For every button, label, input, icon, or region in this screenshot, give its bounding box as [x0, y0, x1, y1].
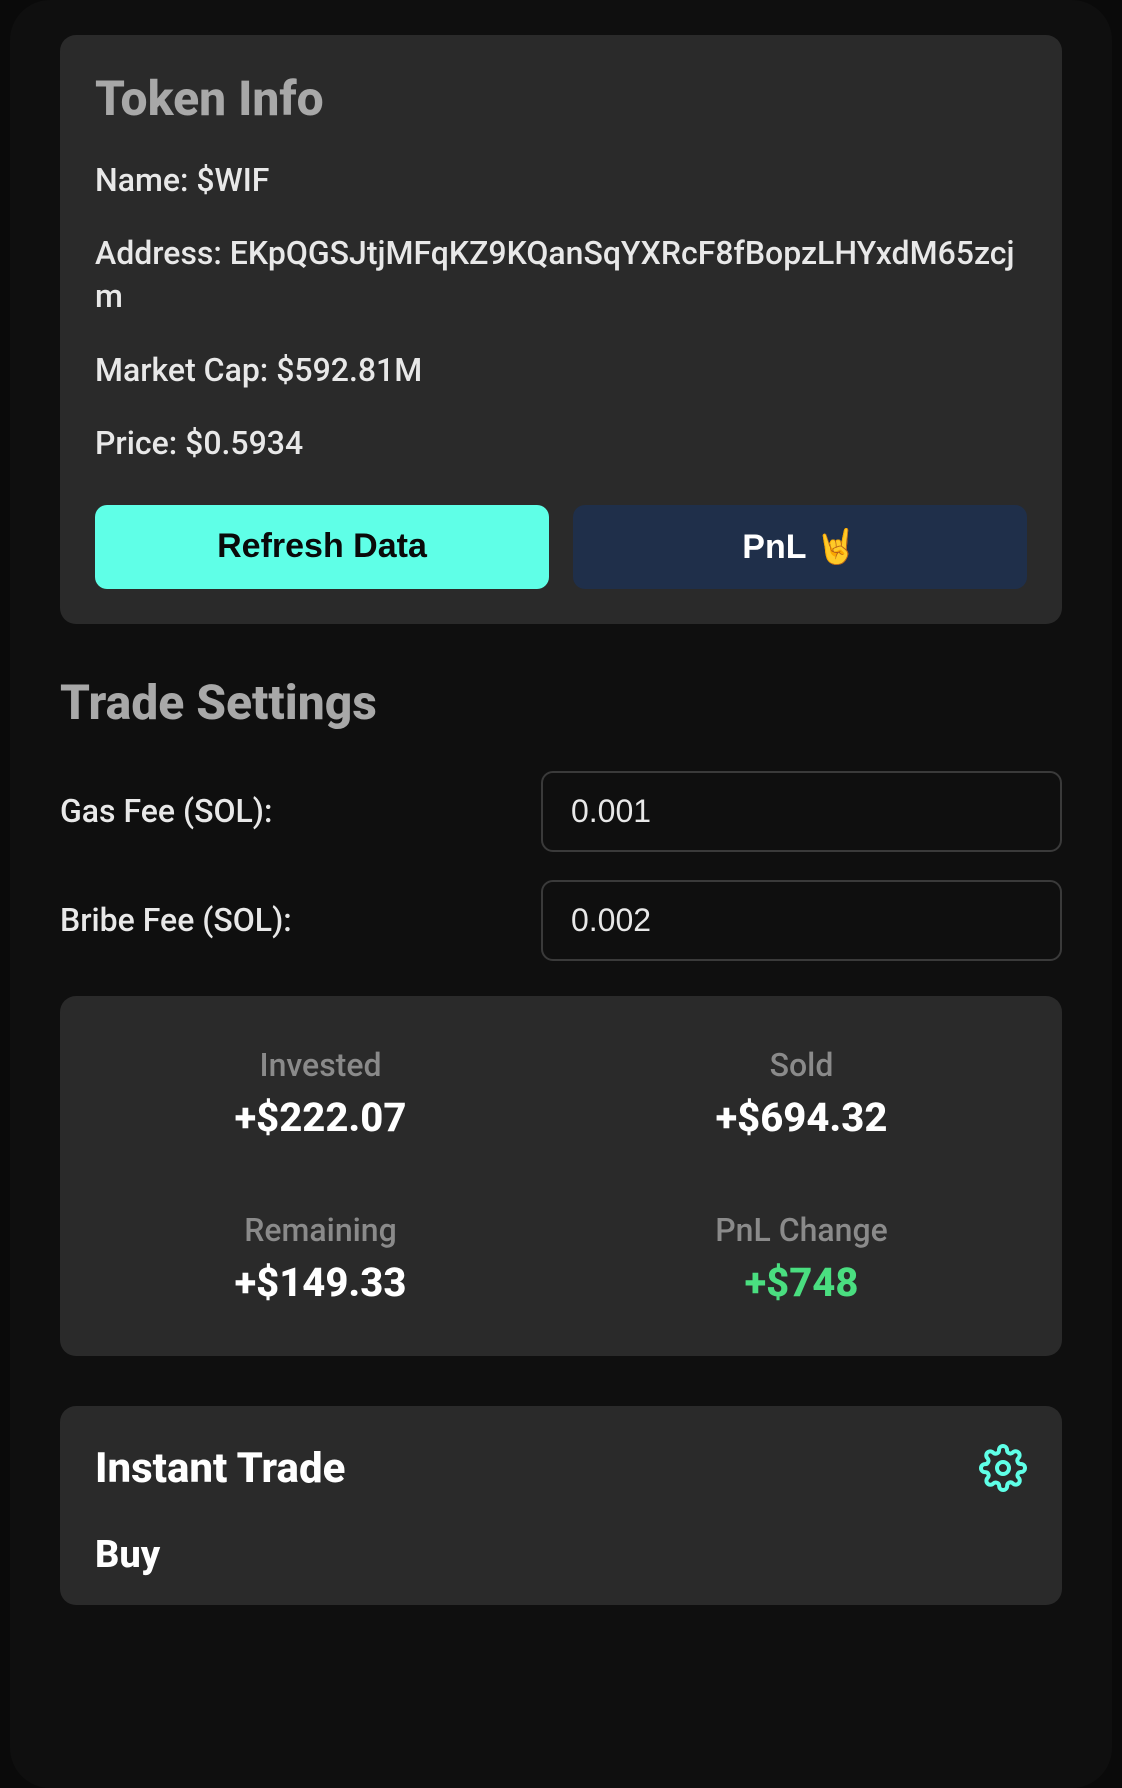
token-price-value: $0.5934: [185, 424, 303, 462]
token-address-value: EKpQGSJtjMFqKZ9KQanSqYXRcF8fBopzLHYxdM65…: [95, 234, 1015, 315]
refresh-data-button[interactable]: Refresh Data: [95, 505, 549, 589]
instant-trade-card: Instant Trade Buy: [60, 1406, 1062, 1605]
instant-trade-title: Instant Trade: [95, 1444, 345, 1493]
stat-pnl-change-value: +$748: [571, 1259, 1032, 1306]
instant-trade-header: Instant Trade: [95, 1444, 1027, 1493]
stat-pnl-change-label: PnL Change: [571, 1211, 1032, 1249]
gas-fee-label: Gas Fee (SOL):: [60, 792, 541, 830]
token-info-button-row: Refresh Data PnL 🤘: [95, 505, 1027, 589]
token-price-label: Price:: [95, 424, 177, 462]
pnl-button[interactable]: PnL 🤘: [573, 505, 1027, 589]
stat-pnl-change: PnL Change +$748: [571, 1211, 1032, 1306]
token-name-value: $WIF: [196, 161, 269, 199]
stat-remaining: Remaining +$149.33: [90, 1211, 551, 1306]
token-marketcap-label: Market Cap:: [95, 351, 268, 389]
token-info-title: Token Info: [95, 70, 1027, 127]
bribe-fee-label: Bribe Fee (SOL):: [60, 901, 541, 939]
token-address-line: Address: EKpQGSJtjMFqKZ9KQanSqYXRcF8fBop…: [95, 232, 1027, 318]
token-name-label: Name:: [95, 161, 188, 199]
token-name-line: Name: $WIF: [95, 159, 1027, 202]
gas-fee-row: Gas Fee (SOL):: [60, 771, 1062, 852]
stat-sold: Sold +$694.32: [571, 1046, 1032, 1141]
stats-card: Invested +$222.07 Sold +$694.32 Remainin…: [60, 996, 1062, 1356]
stat-invested-value: +$222.07: [90, 1094, 551, 1141]
buy-label: Buy: [95, 1533, 1027, 1577]
token-marketcap-value: $592.81M: [276, 351, 422, 389]
stat-remaining-value: +$149.33: [90, 1259, 551, 1306]
stats-grid: Invested +$222.07 Sold +$694.32 Remainin…: [90, 1046, 1032, 1306]
gas-fee-input[interactable]: [541, 771, 1062, 852]
token-info-card: Token Info Name: $WIF Address: EKpQGSJtj…: [60, 35, 1062, 624]
bribe-fee-input[interactable]: [541, 880, 1062, 961]
gear-icon[interactable]: [979, 1444, 1027, 1492]
bribe-fee-row: Bribe Fee (SOL):: [60, 880, 1062, 961]
stat-remaining-label: Remaining: [90, 1211, 551, 1249]
app-container: Token Info Name: $WIF Address: EKpQGSJtj…: [10, 0, 1112, 1788]
stat-sold-value: +$694.32: [571, 1094, 1032, 1141]
stat-invested-label: Invested: [90, 1046, 551, 1084]
token-marketcap-line: Market Cap: $592.81M: [95, 349, 1027, 392]
trade-settings-title: Trade Settings: [60, 674, 1062, 731]
token-price-line: Price: $0.5934: [95, 422, 1027, 465]
token-address-label: Address:: [95, 234, 222, 272]
stat-sold-label: Sold: [571, 1046, 1032, 1084]
stat-invested: Invested +$222.07: [90, 1046, 551, 1141]
